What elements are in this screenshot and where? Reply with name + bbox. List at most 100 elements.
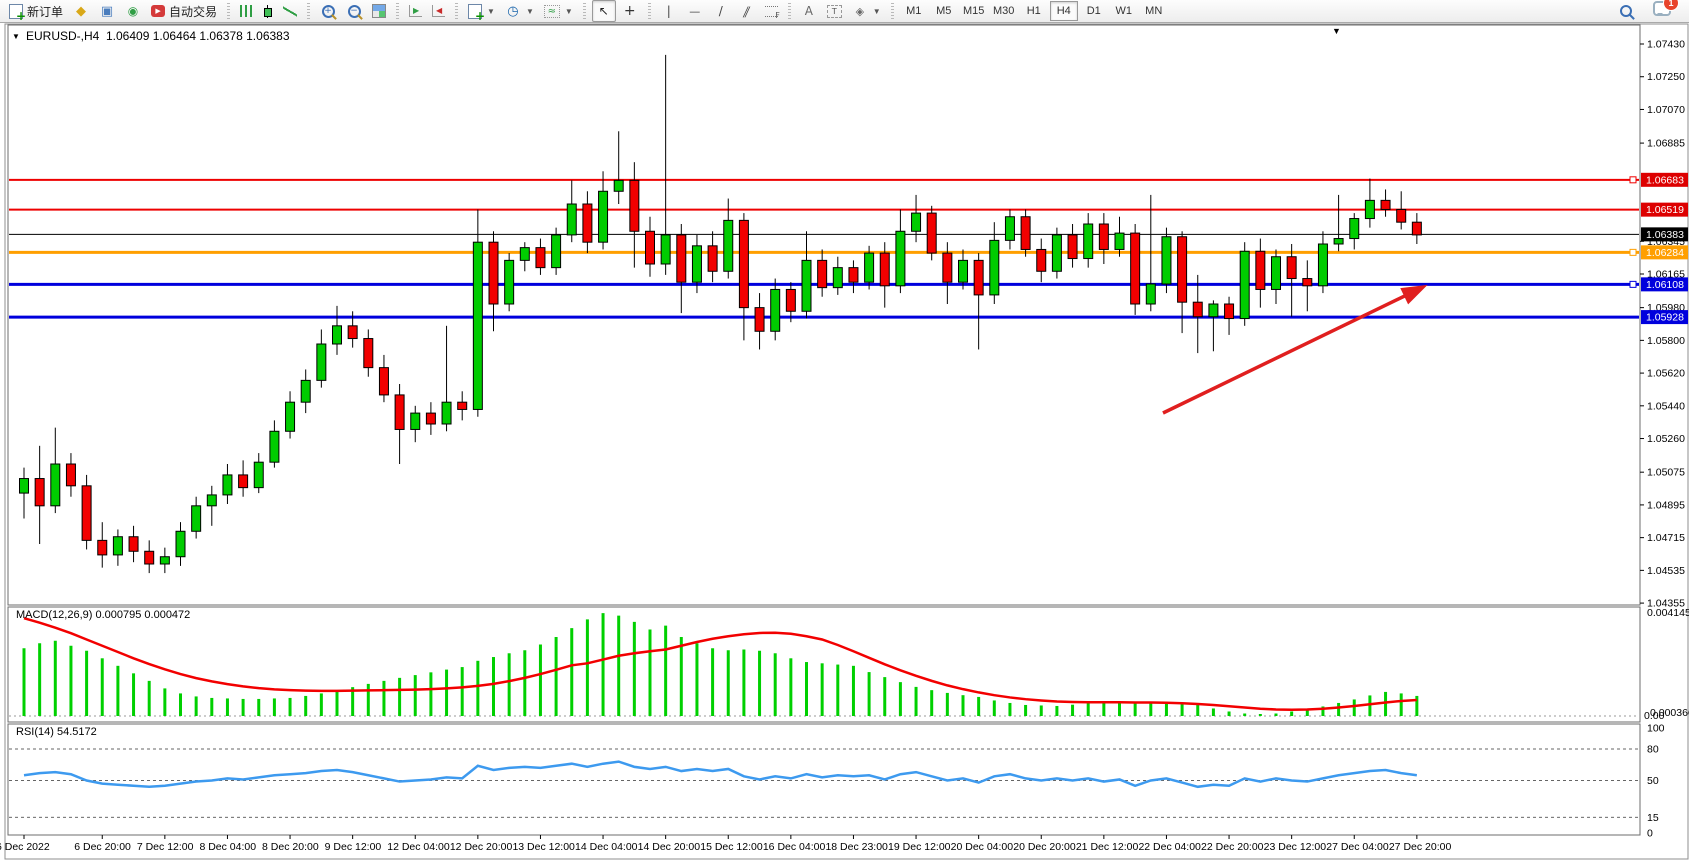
bull-candle — [1272, 257, 1281, 290]
arrows-tool-button[interactable]: ▼ — [848, 0, 885, 22]
time-tick-label: 7 Dec 12:00 — [137, 841, 194, 853]
bull-candle — [520, 248, 529, 261]
zoom-in-button[interactable] — [316, 0, 340, 22]
toolbar-separator — [788, 3, 791, 19]
chart-title-symbol: EURUSD-,H4 — [26, 29, 100, 43]
line-handle[interactable] — [1630, 249, 1636, 255]
line-chart-button[interactable] — [279, 0, 301, 22]
bear-candle — [1412, 222, 1421, 235]
bear-candle — [489, 242, 498, 304]
price-badge-label: 1.06519 — [1646, 204, 1684, 216]
trendline-tool-button[interactable] — [709, 0, 733, 22]
new-chart-button[interactable]: ▼ — [464, 0, 499, 22]
gold-icon — [73, 4, 89, 18]
bar-chart-button[interactable] — [236, 0, 257, 22]
bull-candle — [661, 235, 670, 264]
bull-candle — [192, 506, 201, 531]
market-watch-button[interactable] — [95, 0, 119, 22]
crosshair-tool-button[interactable] — [618, 0, 642, 22]
text-label-tool-button[interactable] — [823, 0, 846, 22]
bull-candle — [411, 413, 420, 429]
bull-candle — [552, 235, 561, 268]
auto-scroll-button[interactable] — [405, 0, 426, 22]
dropdown-arrow-icon: ▼ — [526, 7, 534, 16]
time-tick-label: 9 Dec 12:00 — [325, 841, 382, 853]
macd-panel — [8, 607, 1640, 722]
cursor-tool-button[interactable] — [592, 0, 616, 22]
templates-button[interactable]: ▼ — [540, 0, 577, 22]
rsi-axis-label: 0 — [1647, 828, 1653, 840]
vertical-line-tool-button[interactable] — [657, 0, 681, 22]
toolbar-separator — [891, 3, 894, 19]
bull-candle — [270, 431, 279, 462]
time-tick-label: 19 Dec 12:00 — [888, 841, 951, 853]
bear-candle — [1021, 217, 1030, 250]
bear-candle — [1225, 304, 1234, 319]
bull-candle — [802, 260, 811, 311]
text-tool-button[interactable] — [797, 0, 821, 22]
chart-shift-button[interactable] — [428, 0, 449, 22]
bear-candle — [677, 235, 686, 282]
bear-candle — [145, 551, 154, 564]
bear-candle — [239, 475, 248, 488]
timeframe-D1[interactable]: D1 — [1080, 1, 1108, 21]
dropdown-arrow-icon: ▼ — [873, 7, 881, 16]
timeframe-M15[interactable]: M15 — [960, 1, 988, 21]
horizontal-line-tool-button[interactable] — [683, 0, 707, 22]
bear-candle — [943, 253, 952, 282]
bull-candle — [692, 246, 701, 282]
new-order-button[interactable]: 新订单 — [5, 0, 67, 22]
bull-candle — [286, 402, 295, 431]
macd-axis-min: 0.000366 — [1650, 707, 1689, 719]
bear-candle — [35, 479, 44, 506]
bull-candle — [1162, 237, 1171, 284]
signals-button[interactable] — [121, 0, 145, 22]
notifications-button[interactable]: 1 — [1653, 1, 1671, 21]
periods-button[interactable]: ▼ — [501, 0, 538, 22]
tile-windows-button[interactable] — [368, 0, 390, 22]
price-tick-label: 1.04715 — [1647, 532, 1685, 544]
bull-candle — [990, 240, 999, 295]
zoom-out-button[interactable] — [342, 0, 366, 22]
timeframe-M1[interactable]: M1 — [900, 1, 928, 21]
bull-candle — [1240, 251, 1249, 318]
bull-candle — [333, 326, 342, 344]
bull-candle — [599, 191, 608, 242]
bull-candle — [442, 402, 451, 424]
market-depth-button[interactable] — [69, 0, 93, 22]
bull-candle — [724, 220, 733, 271]
channel-tool-button[interactable] — [735, 0, 759, 22]
bear-candle — [66, 464, 75, 486]
line-handle[interactable] — [1630, 281, 1636, 287]
auto-trading-button[interactable]: 自动交易 — [147, 0, 221, 22]
timeframe-W1[interactable]: W1 — [1110, 1, 1138, 21]
search-button[interactable] — [1614, 0, 1638, 22]
toolbar: 新订单 自动交易 ▼ ▼ ▼ ▼ M1M5M15M30H1H4D1W1MN 1 — [0, 0, 1689, 23]
rsi-axis-label: 100 — [1647, 723, 1665, 735]
bear-candle — [1397, 209, 1406, 222]
timeframe-MN[interactable]: MN — [1140, 1, 1168, 21]
candlestick-chart-button[interactable] — [259, 0, 277, 22]
bear-candle — [755, 308, 764, 332]
bull-candle — [567, 204, 576, 235]
hline-icon — [687, 4, 703, 18]
timeframe-H4[interactable]: H4 — [1050, 1, 1078, 21]
new-order-button-label: 新订单 — [27, 3, 63, 20]
macd-label: MACD(12,26,9) 0.000795 0.000472 — [16, 609, 190, 621]
bull-candle — [473, 242, 482, 409]
line-handle[interactable] — [1630, 177, 1636, 183]
price-tick-label: 1.04895 — [1647, 499, 1685, 511]
toolbar-separator — [648, 3, 651, 19]
bear-candle — [395, 395, 404, 430]
fibonacci-tool-button[interactable] — [761, 0, 782, 22]
timeframe-M30[interactable]: M30 — [990, 1, 1018, 21]
bull-candle — [896, 231, 905, 286]
chart-shift-marker[interactable]: ▼ — [1332, 26, 1341, 36]
bull-candle — [1365, 200, 1374, 218]
timeframe-H1[interactable]: H1 — [1020, 1, 1048, 21]
bear-candle — [98, 540, 107, 555]
timeframe-M5[interactable]: M5 — [930, 1, 958, 21]
bear-candle — [739, 220, 748, 307]
chart-title-bar[interactable]: ▼EURUSD-,H41.06409 1.06464 1.06378 1.063… — [12, 29, 290, 43]
main-panel — [8, 25, 1640, 605]
